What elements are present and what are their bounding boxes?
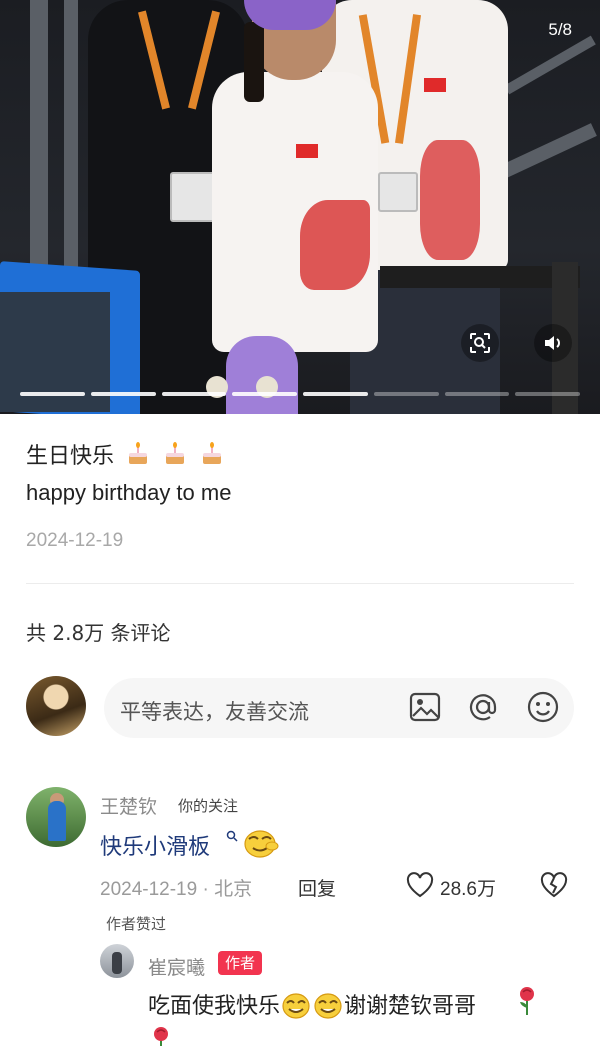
emoji-icon xyxy=(527,691,559,723)
emoji-button[interactable] xyxy=(526,690,560,724)
at-icon xyxy=(469,694,497,721)
at-button[interactable] xyxy=(466,690,500,724)
replier-avatar[interactable] xyxy=(100,944,134,978)
birthday-cake-emoji xyxy=(166,442,185,464)
id-badge xyxy=(170,172,218,222)
post-title: 生日快乐 xyxy=(26,444,115,469)
rose-emoji xyxy=(520,987,534,1015)
like-count: 28.6万 xyxy=(440,879,496,900)
search-icon[interactable] xyxy=(226,830,238,845)
comment-text[interactable]: 快乐小滑板 xyxy=(100,829,210,861)
id-badge xyxy=(378,172,418,212)
reply-text-after: 谢谢楚钦哥哥 xyxy=(344,994,477,1019)
slide-progress-segment xyxy=(90,392,156,396)
barrier-belt xyxy=(380,266,580,288)
shirt-pattern xyxy=(420,140,480,260)
author-badge: 作者 xyxy=(218,951,263,975)
image-button[interactable] xyxy=(408,690,442,724)
hair xyxy=(244,22,264,102)
comment-input-placeholder[interactable]: 平等表达，友善交流 xyxy=(120,696,309,726)
comments-count: 共 2.8万 条评论 xyxy=(26,621,171,645)
scan-image-icon xyxy=(470,333,490,353)
divider xyxy=(26,583,574,584)
slide-progress-segment xyxy=(232,392,297,396)
slide-progress-segment xyxy=(303,392,368,396)
flag-patch xyxy=(296,144,318,158)
slide-progress-segment xyxy=(161,392,227,396)
commenter-name[interactable]: 王楚钦 xyxy=(100,792,157,819)
slide-counter: 5/8 xyxy=(548,20,572,39)
grin-emoji xyxy=(282,993,310,1019)
shirt-pattern xyxy=(300,200,370,290)
slide-progress-segment xyxy=(444,392,510,396)
scan-image-button[interactable] xyxy=(461,324,499,362)
smirk-emoji xyxy=(244,830,279,858)
slide-progress-segment xyxy=(20,392,85,396)
rose-emoji xyxy=(154,1027,168,1046)
my-avatar[interactable] xyxy=(26,676,86,736)
replier-name[interactable]: 崔宸曦 xyxy=(148,953,205,980)
flag-patch xyxy=(424,78,446,92)
reply-text-before: 吃面使我快乐 xyxy=(148,994,281,1019)
birthday-cake-emoji xyxy=(203,442,222,464)
post-title-line: 生日快乐 xyxy=(26,438,225,470)
volume-button[interactable] xyxy=(534,324,572,362)
author-liked-tag: 作者赞过 xyxy=(106,915,167,933)
grin-emoji xyxy=(314,993,342,1019)
follow-tag: 你的关注 xyxy=(178,797,239,815)
slide-progress-segment xyxy=(373,392,439,396)
avatar-figure xyxy=(112,952,122,974)
slide-progress-segment xyxy=(515,392,580,396)
comment-meta: 2024-12-19 · 北京 xyxy=(100,879,253,900)
post-image[interactable]: 5/8 xyxy=(0,0,600,414)
commenter-avatar[interactable] xyxy=(26,787,86,847)
birthday-cake-emoji xyxy=(129,442,148,464)
skateboard xyxy=(226,336,298,414)
scaffold-pole xyxy=(30,0,48,280)
reply-button[interactable]: 回复 xyxy=(298,874,336,901)
reply-text[interactable]: 吃面使我快乐 谢谢楚钦哥哥 xyxy=(148,988,476,1020)
image-icon xyxy=(409,692,441,722)
scaffold-pole xyxy=(64,0,78,280)
broken-heart-icon[interactable] xyxy=(540,872,568,898)
avatar-figure xyxy=(48,801,66,841)
post-date: 2024-12-19 xyxy=(26,530,124,551)
volume-icon xyxy=(545,336,560,350)
scaffold-bar xyxy=(504,35,596,95)
post-body: happy birthday to me xyxy=(26,480,232,505)
slide-progress xyxy=(20,392,580,396)
heart-icon[interactable] xyxy=(406,872,434,898)
